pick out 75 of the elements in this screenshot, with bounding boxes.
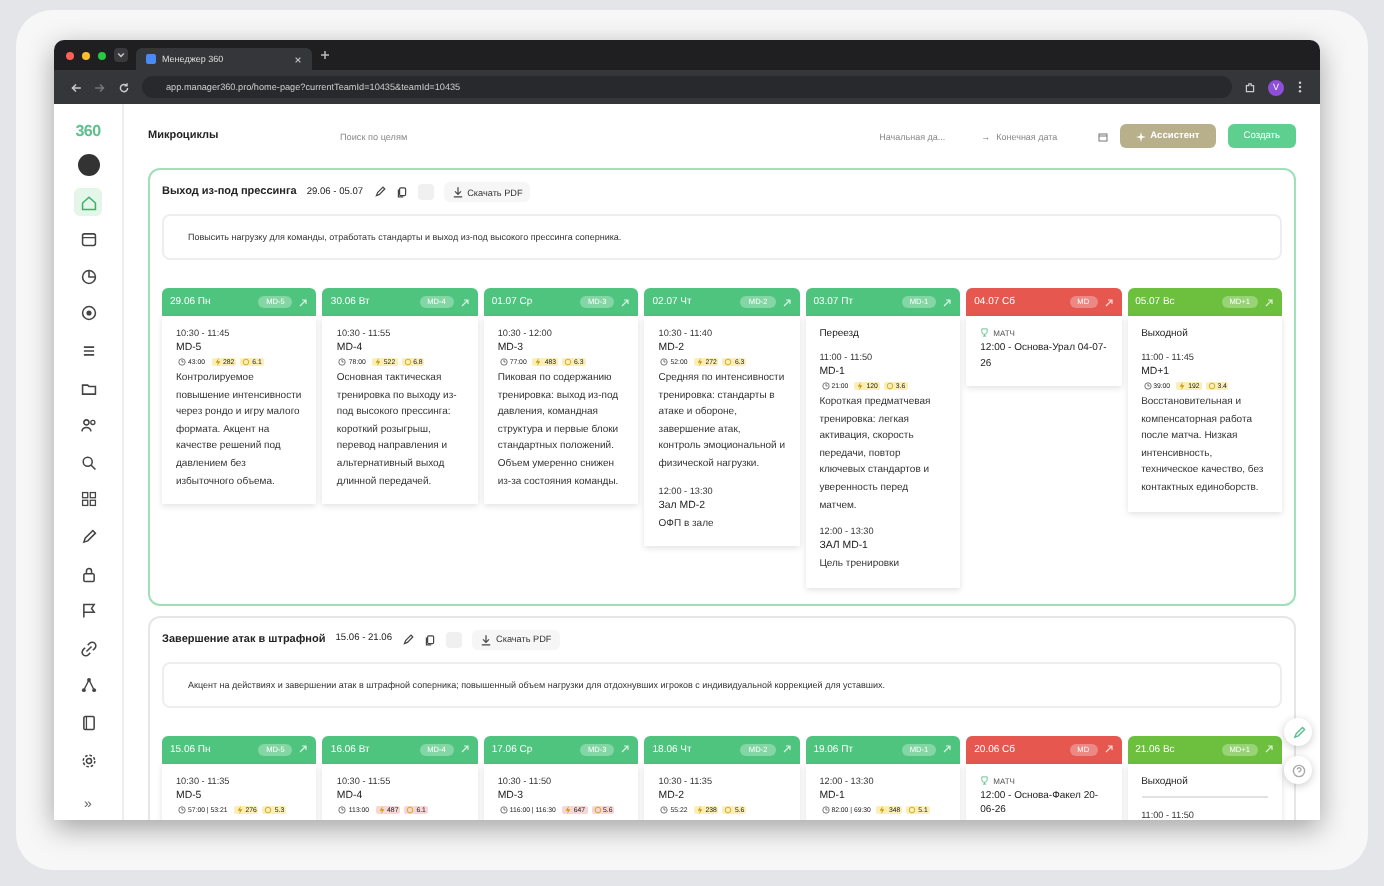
lightning-icon [1178,382,1187,390]
settings-icon [79,751,97,770]
lightning-icon [373,358,382,366]
extension-icon[interactable] [1244,81,1256,93]
lock-icon [79,565,97,584]
lightning-icon [878,805,887,814]
circle-icon [1207,382,1216,390]
clock-icon [178,358,186,366]
grid-icon [79,490,97,509]
lightning-icon [563,805,572,814]
edit-icon[interactable] [373,186,386,198]
search-icon [79,453,97,472]
clock-icon [499,805,508,814]
clock-icon [660,358,669,366]
people-icon [79,416,97,435]
pie-chart-icon [79,267,97,286]
site-icon [146,54,156,64]
tab-list-button[interactable] [114,48,128,62]
chevron-icon [114,48,128,62]
circle-icon [242,358,251,366]
lightning-icon [856,382,865,390]
sparkle-icon [1136,131,1147,141]
clock-icon [821,382,830,390]
circle-icon [406,805,415,814]
lightning-icon [534,358,543,366]
download-icon [451,186,464,198]
clock-icon [178,805,186,814]
copy-icon[interactable] [395,186,408,198]
circle-icon [885,382,894,390]
lightning-icon [695,358,704,366]
folder-icon [79,379,97,398]
clock-icon [1143,382,1152,390]
clock-icon [338,358,347,366]
circle-icon [724,358,733,366]
new-tab-icon[interactable] [320,50,330,60]
circle-icon [403,358,412,366]
list-icon [79,342,97,361]
circle-icon [593,805,602,814]
lightning-icon [695,805,704,814]
arrow-icon[interactable] [1103,744,1114,755]
circle-icon [724,805,733,814]
pen-icon [79,528,97,547]
forward-icon[interactable] [94,81,106,93]
circle-icon [264,805,273,814]
edit-icon[interactable] [402,633,415,646]
user-avatar[interactable] [77,153,99,176]
menu-icon[interactable] [1296,80,1304,94]
book-icon [79,714,97,732]
home-icon [79,193,97,212]
circle-icon [564,358,573,366]
clock-icon [338,805,347,814]
logo: 360 [75,122,101,140]
clock-icon [660,805,669,814]
circle-icon [908,805,917,814]
lightning-icon [235,805,244,814]
pen-icon [1291,725,1305,739]
link-icon [79,639,97,658]
copy-icon[interactable] [424,633,437,646]
calendar-icon [79,230,97,249]
lightning-icon [213,358,221,366]
clock-icon [821,805,830,814]
trophy-icon [980,328,990,338]
network-icon [79,676,97,695]
back-icon[interactable] [70,81,82,93]
lightning-icon [377,805,386,814]
calendar-icon[interactable] [1098,131,1109,141]
question-icon [1291,763,1305,777]
clock-icon [499,358,508,366]
reload-icon[interactable] [118,81,130,93]
arrow-icon[interactable] [1103,297,1114,307]
download-icon [480,633,493,646]
target-icon [79,304,97,323]
trophy-icon [980,776,990,785]
close-icon [294,55,302,63]
flag-icon [79,602,97,621]
